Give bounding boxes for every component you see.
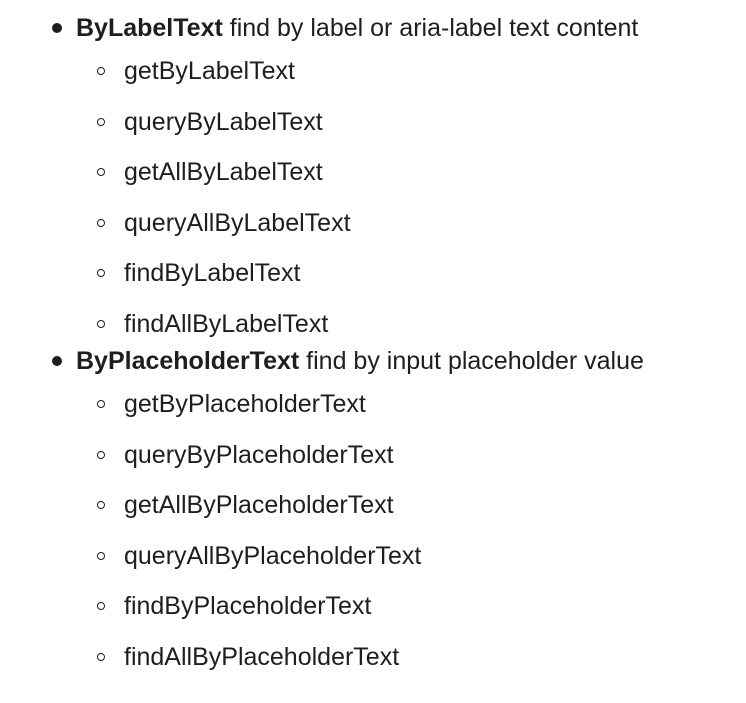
circle-bullet-icon [97, 501, 105, 509]
query-variant-name: getByLabelText [124, 57, 295, 85]
query-type-list: ByLabelText find by label or aria-label … [0, 0, 644, 682]
list-item: queryByLabelText [76, 97, 644, 148]
circle-bullet-icon [97, 450, 105, 459]
query-variant-name: getByPlaceholderText [124, 390, 366, 418]
list-item: queryByPlaceholderText [76, 430, 644, 481]
list-item: findAllByLabelText [76, 299, 644, 350]
circle-bullet-icon [97, 218, 105, 227]
query-variant-list: getByLabelText queryByLabelText getAllBy… [76, 46, 644, 349]
list-item: findByPlaceholderText [76, 581, 644, 632]
query-type-term: ByLabelText [76, 14, 223, 42]
query-variant-name: queryByLabelText [124, 107, 323, 136]
query-type-term: ByPlaceholderText [76, 347, 300, 375]
query-variant-name: queryAllByPlaceholderText [124, 541, 422, 570]
circle-bullet-icon [97, 168, 105, 176]
query-variant-name: getAllByLabelText [124, 158, 323, 186]
query-type-bylabeltext: ByLabelText find by label or aria-label … [0, 10, 644, 349]
list-item: findAllByPlaceholderText [76, 632, 644, 683]
list-item: findByLabelText [76, 248, 644, 299]
query-variant-name: findByPlaceholderText [124, 592, 372, 620]
list-item: getAllByPlaceholderText [76, 480, 644, 531]
query-variant-name: queryByPlaceholderText [124, 440, 394, 469]
circle-bullet-icon [97, 652, 105, 661]
query-type-description: find by label or aria-label text content [222, 14, 639, 42]
circle-bullet-icon [97, 602, 105, 610]
list-item: getByLabelText [76, 46, 644, 97]
circle-bullet-icon [97, 400, 105, 408]
query-variant-name: findAllByLabelText [124, 309, 329, 338]
circle-bullet-icon [97, 551, 105, 560]
query-variant-name: findByLabelText [124, 259, 301, 287]
disc-bullet-icon [52, 23, 62, 33]
query-variant-name: queryAllByLabelText [124, 208, 351, 237]
list-item: queryAllByLabelText [76, 198, 644, 249]
query-type-heading: ByPlaceholderText find by input placehol… [76, 343, 644, 379]
query-variant-name: getAllByPlaceholderText [124, 491, 394, 519]
query-type-description: find by input placeholder value [299, 347, 644, 375]
disc-bullet-icon [52, 356, 62, 366]
list-item: getByPlaceholderText [76, 379, 644, 430]
circle-bullet-icon [97, 117, 105, 126]
document-content: ByLabelText find by label or aria-label … [0, 0, 746, 703]
query-variant-list: getByPlaceholderText queryByPlaceholderT… [76, 379, 644, 682]
list-item: queryAllByPlaceholderText [76, 531, 644, 582]
circle-bullet-icon [97, 269, 105, 277]
circle-bullet-icon [97, 67, 105, 75]
list-item: getAllByLabelText [76, 147, 644, 198]
query-variant-name: findAllByPlaceholderText [124, 642, 400, 671]
circle-bullet-icon [97, 319, 105, 328]
query-type-byplaceholdertext: ByPlaceholderText find by input placehol… [0, 343, 644, 682]
query-type-heading: ByLabelText find by label or aria-label … [76, 10, 644, 46]
